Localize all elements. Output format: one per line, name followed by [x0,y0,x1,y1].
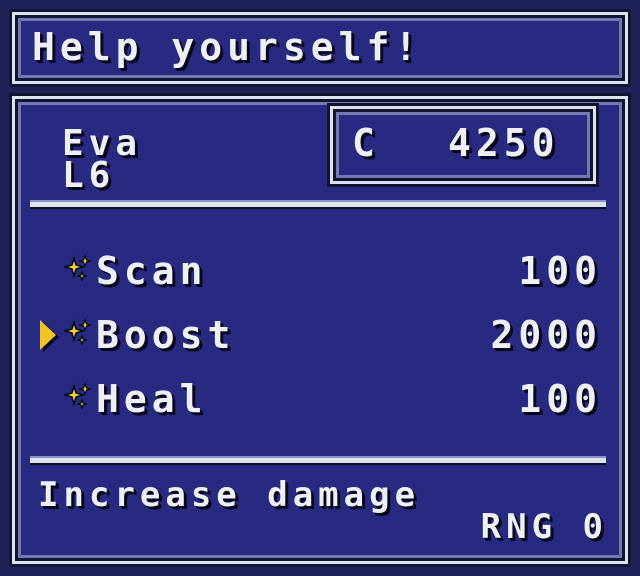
character-level: L6 [62,155,116,196]
item-name: Boost [96,313,236,357]
sparkle-icon [64,318,93,346]
item-row-heal[interactable]: Heal 100 [36,378,612,422]
sparkle-icon [64,382,93,410]
item-stat: RNG 0 [480,507,608,547]
item-cost: 100 [518,377,602,421]
item-name: Scan [96,249,208,293]
sparkle-icon [64,254,93,282]
item-cost: 2000 [490,313,602,357]
bottom-divider [30,456,606,465]
item-name: Heal [96,377,208,421]
item-row-boost[interactable]: Boost 2000 [36,314,612,358]
top-divider [30,200,606,209]
item-cost: 100 [518,249,602,293]
currency-amount: 4250 [448,121,560,165]
dialog-title: Help yourself! [32,25,423,69]
item-row-scan[interactable]: Scan 100 [36,250,612,294]
item-description: Increase damage [38,475,421,515]
selection-cursor-icon [40,320,56,350]
currency-label: C [352,121,380,165]
